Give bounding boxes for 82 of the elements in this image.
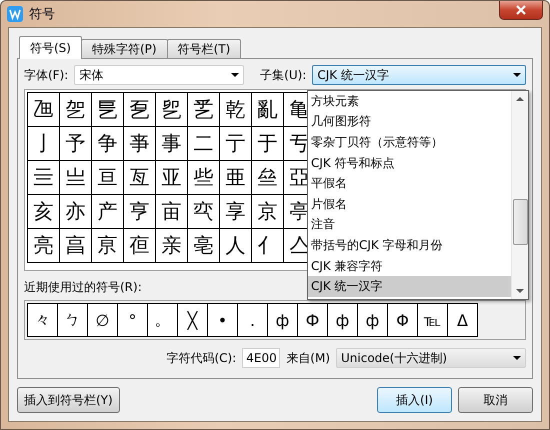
- app-logo-icon: [7, 6, 23, 22]
- window-title: 符号: [29, 6, 56, 23]
- symbol-cell[interactable]: •: [207, 303, 238, 337]
- from-label: 来自(M): [286, 350, 330, 366]
- symbol-cell[interactable]: 亘: [92, 161, 124, 195]
- tab[interactable]: 特殊字符(P): [80, 39, 168, 59]
- subset-option[interactable]: CJK 统一汉字: [308, 276, 511, 297]
- caret-icon: [231, 73, 240, 77]
- symbol-cell[interactable]: Φ: [387, 303, 418, 337]
- symbol-cell[interactable]: ф: [327, 303, 358, 337]
- symbol-cell[interactable]: 亱: [124, 229, 156, 263]
- symbol-cell[interactable]: 于: [252, 127, 284, 161]
- symbol-cell[interactable]: 亙: [124, 161, 156, 195]
- symbol-cell[interactable]: 些: [188, 161, 220, 195]
- close-icon: [516, 5, 526, 15]
- symbol-cell[interactable]: .: [237, 303, 268, 337]
- symbol-cell[interactable]: 亲: [156, 229, 188, 263]
- symbol-cell[interactable]: 乮: [156, 93, 188, 127]
- symbol-cell[interactable]: 予: [60, 127, 92, 161]
- symbol-cell[interactable]: 亅: [28, 127, 60, 161]
- symbol-cell[interactable]: ╳: [177, 303, 208, 337]
- symbol-cell[interactable]: 产: [92, 195, 124, 229]
- symbol-cell[interactable]: 亮: [28, 229, 60, 263]
- symbol-cell[interactable]: 乫: [60, 93, 92, 127]
- cancel-button[interactable]: 取消: [458, 387, 533, 413]
- symbol-cell[interactable]: 亯: [60, 229, 92, 263]
- font-label: 字体(F):: [24, 66, 68, 84]
- symbol-cell[interactable]: 亳: [188, 229, 220, 263]
- symbol-cell[interactable]: 亚: [156, 161, 188, 195]
- scroll-down-icon[interactable]: [516, 289, 524, 293]
- symbol-cell[interactable]: 亦: [60, 195, 92, 229]
- symbol-cell[interactable]: 二: [188, 127, 220, 161]
- symbol-cell[interactable]: 乭: [124, 93, 156, 127]
- symbol-cell[interactable]: 亰: [92, 229, 124, 263]
- symbol-cell[interactable]: ∅: [87, 303, 118, 337]
- symbol-cell[interactable]: Ф: [297, 303, 328, 337]
- symbol-cell[interactable]: 亪: [188, 195, 220, 229]
- symbol-cell[interactable]: Δ: [447, 303, 478, 337]
- subset-dropdown[interactable]: CJK 统一汉字: [312, 65, 526, 85]
- symbol-cell[interactable]: 亜: [220, 161, 252, 195]
- symbol-cell[interactable]: 亖: [28, 161, 60, 195]
- symbol-cell[interactable]: 亥: [28, 195, 60, 229]
- encoding-dropdown[interactable]: Unicode(十六进制): [336, 348, 526, 368]
- symbol-cell[interactable]: ℡: [417, 303, 448, 337]
- symbol-cell[interactable]: ф: [357, 303, 388, 337]
- code-field[interactable]: 4E00: [242, 348, 280, 368]
- symbol-cell[interactable]: ㄅ: [57, 303, 88, 337]
- insert-to-bar-button[interactable]: 插入到符号栏(Y): [17, 387, 120, 413]
- scroll-up-icon[interactable]: [516, 97, 524, 101]
- symbol-cell[interactable]: 亩: [156, 195, 188, 229]
- scrollbar[interactable]: [511, 91, 528, 299]
- symbol-cell[interactable]: 亝: [252, 161, 284, 195]
- code-label: 字符代码(C):: [166, 350, 236, 366]
- symbol-cell[interactable]: 亂: [252, 93, 284, 127]
- symbol-cell[interactable]: 人: [220, 229, 252, 263]
- symbol-cell[interactable]: 亍: [220, 127, 252, 161]
- caret-icon: [513, 73, 521, 77]
- symbol-cell[interactable]: 事: [156, 127, 188, 161]
- symbol-cell[interactable]: 乾: [220, 93, 252, 127]
- symbol-cell[interactable]: 争: [92, 127, 124, 161]
- scroll-thumb[interactable]: [513, 199, 528, 245]
- caret-icon: [513, 356, 521, 360]
- tab[interactable]: 符号(S): [19, 36, 82, 59]
- symbol-cell[interactable]: 亻: [252, 229, 284, 263]
- tab[interactable]: 符号栏(T): [166, 39, 242, 59]
- symbol-cell[interactable]: 京: [252, 195, 284, 229]
- close-button[interactable]: [499, 1, 543, 20]
- symbol-cell[interactable]: 乪: [28, 93, 60, 127]
- symbol-cell[interactable]: 亗: [60, 161, 92, 195]
- symbol-cell[interactable]: °: [117, 303, 148, 337]
- symbol-cell[interactable]: 享: [220, 195, 252, 229]
- symbol-cell[interactable]: 々: [27, 303, 58, 337]
- recent-label: 近期使用过的符号(R):: [24, 279, 142, 296]
- subset-label: 子集(U):: [260, 66, 306, 84]
- symbol-cell[interactable]: 。: [147, 303, 178, 337]
- symbol-cell[interactable]: 亨: [124, 195, 156, 229]
- symbol-cell[interactable]: ф: [267, 303, 298, 337]
- font-dropdown[interactable]: 宋体: [74, 65, 244, 85]
- insert-button[interactable]: 插入(I): [377, 387, 452, 413]
- symbol-cell[interactable]: 乯: [188, 93, 220, 127]
- symbol-cell[interactable]: 乬: [92, 93, 124, 127]
- symbol-cell[interactable]: 亊: [124, 127, 156, 161]
